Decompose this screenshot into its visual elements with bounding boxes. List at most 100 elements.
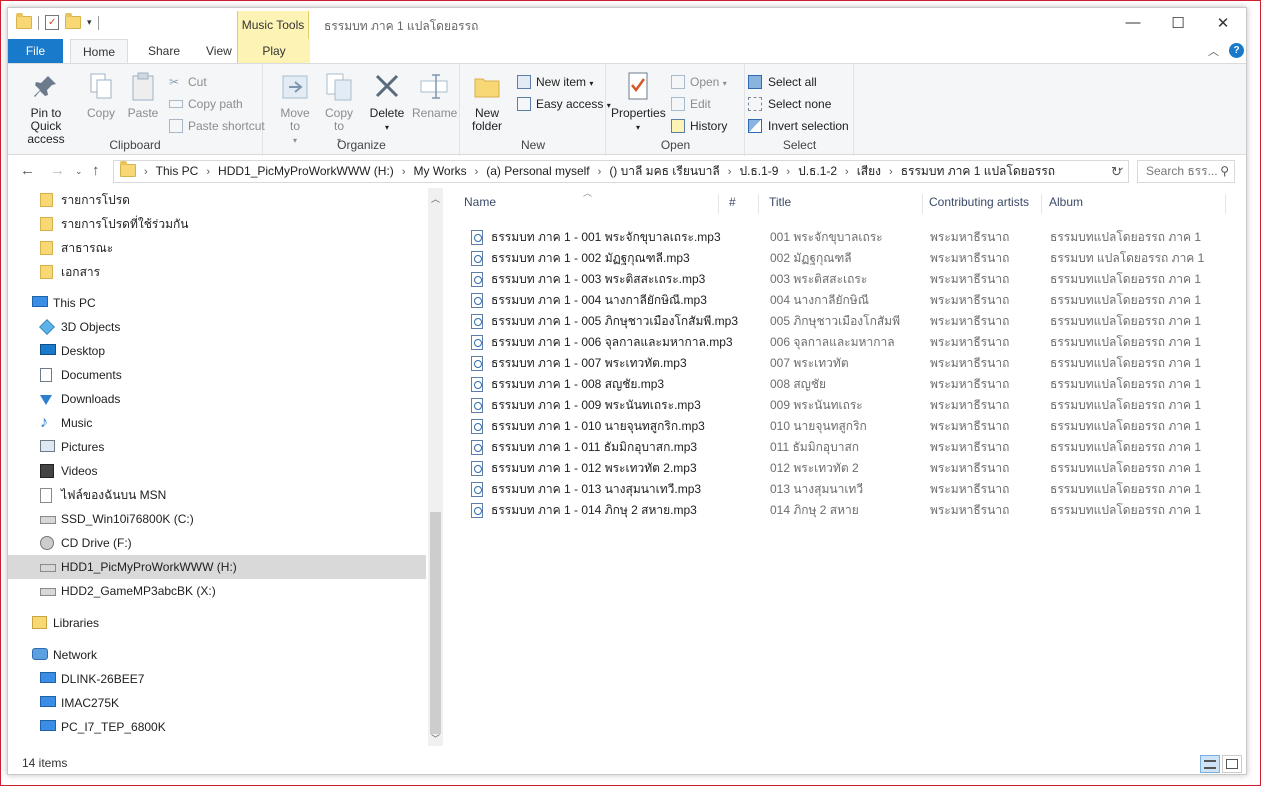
- minimize-button[interactable]: —: [1110, 14, 1156, 31]
- column-header-album[interactable]: Album: [1049, 188, 1083, 216]
- rename-button[interactable]: Rename: [412, 70, 457, 120]
- nav-item[interactable]: PC_I7_TEP_6800K: [8, 715, 426, 739]
- pin-quick-access-button[interactable]: Pin to Quick access: [14, 70, 78, 146]
- column-header-name[interactable]: Name: [464, 188, 496, 216]
- copy-button[interactable]: Copy: [84, 70, 118, 120]
- nav-item[interactable]: สาธารณะ: [8, 236, 426, 260]
- copy-path-button[interactable]: Copy path: [169, 94, 243, 114]
- file-row[interactable]: ธรรมบท ภาค 1 - 001 พระจักขุบาลเถระ.mp3 00…: [466, 227, 1236, 248]
- breadcrumb-separator-icon[interactable]: ›: [786, 166, 790, 178]
- refresh-icon[interactable]: ↻: [1111, 164, 1122, 180]
- nav-item[interactable]: CD Drive (F:): [8, 531, 426, 555]
- new-folder-button[interactable]: New folder: [467, 70, 507, 133]
- nav-item[interactable]: Libraries: [8, 611, 426, 635]
- new-folder-qat-icon[interactable]: [65, 13, 81, 29]
- nav-item[interactable]: เอกสาร: [8, 260, 426, 284]
- nav-item[interactable]: HDD1_PicMyProWorkWWW (H:): [8, 555, 426, 579]
- file-row[interactable]: ธรรมบท ภาค 1 - 007 พระเทวทัต.mp3 007 พระเ…: [466, 353, 1236, 374]
- breadcrumb-item[interactable]: My Works: [413, 164, 466, 178]
- column-header-number[interactable]: #: [729, 188, 736, 216]
- delete-button[interactable]: Delete ▾: [368, 70, 406, 134]
- breadcrumb-item[interactable]: (a) Personal myself: [486, 164, 589, 178]
- nav-item[interactable]: ไฟล์ของฉันบน MSN: [8, 483, 426, 507]
- nav-item[interactable]: DLINK-26BEE7: [8, 667, 426, 691]
- file-row[interactable]: ธรรมบท ภาค 1 - 004 นางกาลียักษิณี.mp3 004…: [466, 290, 1236, 311]
- large-icons-view-button[interactable]: [1222, 755, 1242, 773]
- breadcrumb-separator-icon[interactable]: ›: [206, 166, 210, 178]
- collapse-ribbon-icon[interactable]: ︿: [1208, 43, 1219, 59]
- breadcrumb-item[interactable]: ป.ธ.1-9: [739, 164, 778, 178]
- scroll-thumb[interactable]: [430, 512, 441, 734]
- nav-item[interactable]: Desktop: [8, 339, 426, 363]
- nav-item[interactable]: HDD2_GameMP3abcBK (X:): [8, 579, 426, 603]
- file-row[interactable]: ธรรมบท ภาค 1 - 010 นายจุนทสูกริก.mp3 010 …: [466, 416, 1236, 437]
- easy-access-button[interactable]: Easy access ▾: [517, 94, 611, 114]
- file-row[interactable]: ธรรมบท ภาค 1 - 009 พระนันทเถระ.mp3 009 พร…: [466, 395, 1236, 416]
- breadcrumb-separator-icon[interactable]: ›: [889, 166, 893, 178]
- up-button[interactable]: ↑: [92, 162, 100, 179]
- scroll-up-icon[interactable]: ︿: [428, 192, 443, 205]
- tab-play[interactable]: Play: [238, 39, 310, 63]
- breadcrumb-item[interactable]: This PC: [156, 164, 199, 178]
- nav-item[interactable]: รายการโปรดที่ใช้ร่วมกัน: [8, 212, 426, 236]
- nav-item[interactable]: Network: [8, 643, 426, 667]
- folder-icon[interactable]: [16, 13, 32, 29]
- breadcrumb-item[interactable]: ป.ธ.1-2: [798, 164, 837, 178]
- tab-share[interactable]: Share: [136, 39, 192, 63]
- file-row[interactable]: ธรรมบท ภาค 1 - 008 สญชัย.mp3 008 สญชัย พระ…: [466, 374, 1236, 395]
- help-icon[interactable]: ?: [1229, 43, 1244, 58]
- tab-file[interactable]: File: [8, 39, 63, 63]
- back-button[interactable]: ←: [20, 162, 35, 179]
- scroll-down-icon[interactable]: ﹀: [428, 732, 443, 745]
- breadcrumb-item[interactable]: () บาลี มคธ เรียนบาลี: [609, 164, 719, 178]
- file-row[interactable]: ธรรมบท ภาค 1 - 011 ธัมมิกอุบาสก.mp3 011 ธ…: [466, 437, 1236, 458]
- edit-button[interactable]: Edit: [671, 94, 711, 114]
- breadcrumb-item[interactable]: เสียง: [857, 164, 881, 178]
- breadcrumb-separator-icon[interactable]: ›: [402, 166, 406, 178]
- nav-item[interactable]: IMAC275K: [8, 691, 426, 715]
- nav-item[interactable]: This PC: [8, 291, 426, 315]
- nav-scrollbar[interactable]: ︿ ﹀: [428, 188, 443, 746]
- breadcrumb-separator-icon[interactable]: ›: [144, 166, 148, 178]
- breadcrumb-separator-icon[interactable]: ›: [728, 166, 732, 178]
- paste-button[interactable]: Paste: [126, 70, 160, 120]
- nav-item[interactable]: 3D Objects: [8, 315, 426, 339]
- customize-qat-icon[interactable]: ▾: [87, 17, 92, 28]
- nav-item[interactable]: Documents: [8, 363, 426, 387]
- breadcrumb-item[interactable]: ธรรมบท ภาค 1 แปลโดยอรรถ: [901, 164, 1055, 178]
- file-row[interactable]: ธรรมบท ภาค 1 - 012 พระเทวทัต 2.mp3 012 พร…: [466, 458, 1236, 479]
- file-row[interactable]: ธรรมบท ภาค 1 - 014 ภิกษุ 2 สหาย.mp3 014 ภ…: [466, 500, 1236, 521]
- move-to-button[interactable]: Move to ▾: [276, 70, 314, 147]
- tab-home[interactable]: Home: [70, 39, 129, 64]
- cut-button[interactable]: ✂ Cut: [169, 72, 207, 92]
- nav-item[interactable]: Downloads: [8, 387, 426, 411]
- invert-selection-button[interactable]: Invert selection: [748, 116, 849, 136]
- new-item-button[interactable]: New item ▾: [517, 72, 593, 92]
- breadcrumb-item[interactable]: HDD1_PicMyProWorkWWW (H:): [218, 164, 394, 178]
- file-row[interactable]: ธรรมบท ภาค 1 - 005 ภิกษุชาวเมืองโกสัมพี.…: [466, 311, 1236, 332]
- nav-item[interactable]: ♪ Music: [8, 411, 426, 435]
- column-header-title[interactable]: Title: [769, 188, 791, 216]
- file-row[interactable]: ธรรมบท ภาค 1 - 013 นางสุมนาเทวี.mp3 013 น…: [466, 479, 1236, 500]
- open-button[interactable]: Open ▾: [671, 72, 727, 92]
- breadcrumb-separator-icon[interactable]: ›: [598, 166, 602, 178]
- details-view-button[interactable]: [1200, 755, 1220, 773]
- search-input[interactable]: Search ธรร... ⚲: [1137, 160, 1235, 183]
- nav-item[interactable]: Videos: [8, 459, 426, 483]
- nav-item[interactable]: รายการโปรด: [8, 188, 426, 212]
- properties-qat-icon[interactable]: ✓: [45, 15, 59, 30]
- forward-button[interactable]: →: [50, 162, 65, 179]
- copy-to-button[interactable]: Copy to ▾: [320, 70, 358, 147]
- history-button[interactable]: History: [671, 116, 727, 136]
- nav-item[interactable]: Pictures: [8, 435, 426, 459]
- select-none-button[interactable]: Select none: [748, 94, 831, 114]
- file-row[interactable]: ธรรมบท ภาค 1 - 006 จุลกาลและมหากาล.mp3 00…: [466, 332, 1236, 353]
- address-bar[interactable]: › This PC › HDD1_PicMyProWorkWWW (H:) › My Wo…: [113, 160, 1129, 183]
- select-all-button[interactable]: Select all: [748, 72, 817, 92]
- properties-button[interactable]: Properties ▾: [611, 70, 666, 134]
- breadcrumb-separator-icon[interactable]: ›: [475, 166, 479, 178]
- nav-item[interactable]: SSD_Win10i76800K (C:): [8, 507, 426, 531]
- maximize-button[interactable]: ☐: [1155, 14, 1201, 32]
- close-button[interactable]: ✕: [1200, 14, 1246, 32]
- file-row[interactable]: ธรรมบท ภาค 1 - 002 มัฏฐกุณฑลี.mp3 002 มัฏ…: [466, 248, 1236, 269]
